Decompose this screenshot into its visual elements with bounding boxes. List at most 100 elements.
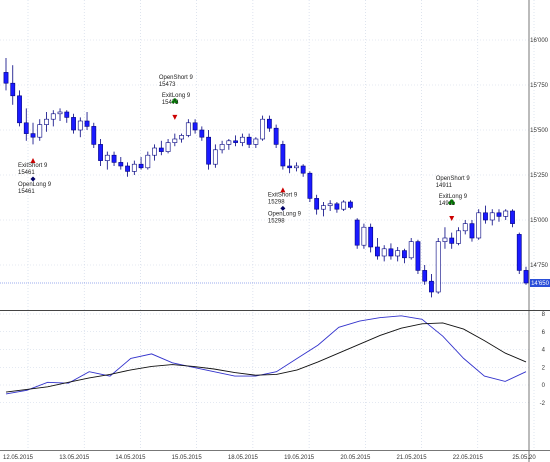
candle-body xyxy=(476,212,482,239)
price-tick-label: 15'000 xyxy=(530,218,548,224)
candle-body xyxy=(354,219,360,246)
price-tick-label: 15'750 xyxy=(530,83,548,89)
candle-body xyxy=(449,237,455,244)
trade-annotation-label: OpenLong 9 xyxy=(268,211,302,217)
trade-annotation-label: ExitShort 9 xyxy=(268,192,298,198)
candle-body xyxy=(402,250,407,259)
candle-body xyxy=(435,241,441,293)
candle-body xyxy=(179,135,184,140)
candle-body xyxy=(165,142,171,152)
candle-body xyxy=(287,165,293,169)
price-tick-label: 16'000 xyxy=(530,38,548,44)
candle-body xyxy=(239,136,245,143)
oscillator-tick-label: -2 xyxy=(540,401,546,407)
candle-body xyxy=(260,118,266,140)
trade-annotation-label: OpenLong 9 xyxy=(18,182,52,188)
candle-body xyxy=(307,172,313,199)
candle-body xyxy=(388,248,394,257)
candle-body xyxy=(415,241,421,271)
candle-body xyxy=(381,248,387,257)
candle-body xyxy=(233,140,239,143)
candle-body xyxy=(496,212,502,217)
candle-body xyxy=(185,122,191,136)
candle-body xyxy=(64,111,70,118)
candle-body xyxy=(368,226,374,248)
candle-body xyxy=(422,270,428,282)
candle-body xyxy=(50,113,56,120)
candle-body xyxy=(212,149,218,165)
trade-annotation-label: 15461 xyxy=(18,170,35,176)
candle-body xyxy=(327,203,333,206)
candle-body xyxy=(361,226,367,246)
trade-annotation-label: ExitShort 9 xyxy=(18,163,48,169)
candle-body xyxy=(341,201,347,210)
trade-annotation-label: 15298 xyxy=(268,199,285,205)
candle-body xyxy=(469,223,475,239)
candle-body xyxy=(77,120,83,131)
candle-body xyxy=(293,165,299,169)
candle-body xyxy=(456,230,461,244)
candle-body xyxy=(348,201,353,208)
candle-body xyxy=(516,234,522,271)
date-label: 15.05.2015 xyxy=(172,455,203,461)
date-label: 21.05.2015 xyxy=(397,455,428,461)
candle-body xyxy=(192,122,198,131)
candle-body xyxy=(429,280,434,293)
candle-body xyxy=(375,246,380,257)
date-label: 14.05.2015 xyxy=(115,455,146,461)
candle-body xyxy=(462,223,468,232)
candle-body xyxy=(172,138,178,143)
trade-annotation-label: ExitLong 9 xyxy=(439,194,468,200)
candle-body xyxy=(266,118,272,129)
last-price-label: 14'650 xyxy=(531,281,549,287)
candle-body xyxy=(104,154,110,161)
candle-body xyxy=(91,126,97,145)
candle-body xyxy=(219,144,225,151)
trade-annotation-label: ExitLong 9 xyxy=(162,93,191,99)
trade-annotation-label: OpenShort 9 xyxy=(436,176,471,182)
price-and-oscillator-chart: ExitShort 915461OpenLong 915461OpenShort… xyxy=(0,0,550,462)
trade-annotation-label: 15298 xyxy=(268,218,285,224)
candle-body xyxy=(226,140,232,145)
price-tick-label: 15'500 xyxy=(530,128,548,134)
candle-body xyxy=(503,210,509,217)
price-tick-label: 14'750 xyxy=(530,263,548,269)
trade-annotation-label: OpenShort 9 xyxy=(159,75,194,81)
candle-body xyxy=(57,111,63,115)
date-label: 25.05.20 xyxy=(512,455,536,461)
candle-body xyxy=(125,165,130,172)
candle-body xyxy=(483,212,488,221)
candle-body xyxy=(152,147,157,156)
candle-body xyxy=(138,163,144,169)
candle-body xyxy=(199,129,205,138)
candle-body xyxy=(131,163,137,172)
candle-body xyxy=(395,250,401,257)
candle-body xyxy=(300,165,306,174)
candle-body xyxy=(321,205,326,210)
candle-body xyxy=(10,82,16,97)
candle-body xyxy=(71,117,76,131)
candle-body xyxy=(84,120,90,127)
candle-body xyxy=(280,144,286,167)
candle-body xyxy=(253,138,259,145)
candle-body xyxy=(17,95,22,124)
date-label: 13.05.2015 xyxy=(59,455,90,461)
date-label: 19.05.2015 xyxy=(284,455,315,461)
trade-annotation-label: 14911 xyxy=(436,183,453,189)
candle-body xyxy=(523,270,529,284)
candle-body xyxy=(98,144,103,161)
candle-body xyxy=(206,136,211,165)
candle-body xyxy=(44,118,49,125)
price-tick-label: 15'250 xyxy=(530,173,548,179)
trade-annotation-label: 14911 xyxy=(439,201,456,207)
candle-body xyxy=(489,212,495,221)
candle-body xyxy=(334,203,340,210)
trade-annotation-label: 15473 xyxy=(162,100,179,106)
date-label: 22.05.2015 xyxy=(453,455,484,461)
candle-body xyxy=(37,124,43,138)
candle-body xyxy=(23,122,29,134)
candle-body xyxy=(442,237,448,242)
candle-body xyxy=(145,154,151,169)
candle-body xyxy=(30,133,36,138)
candle-body xyxy=(314,198,320,210)
